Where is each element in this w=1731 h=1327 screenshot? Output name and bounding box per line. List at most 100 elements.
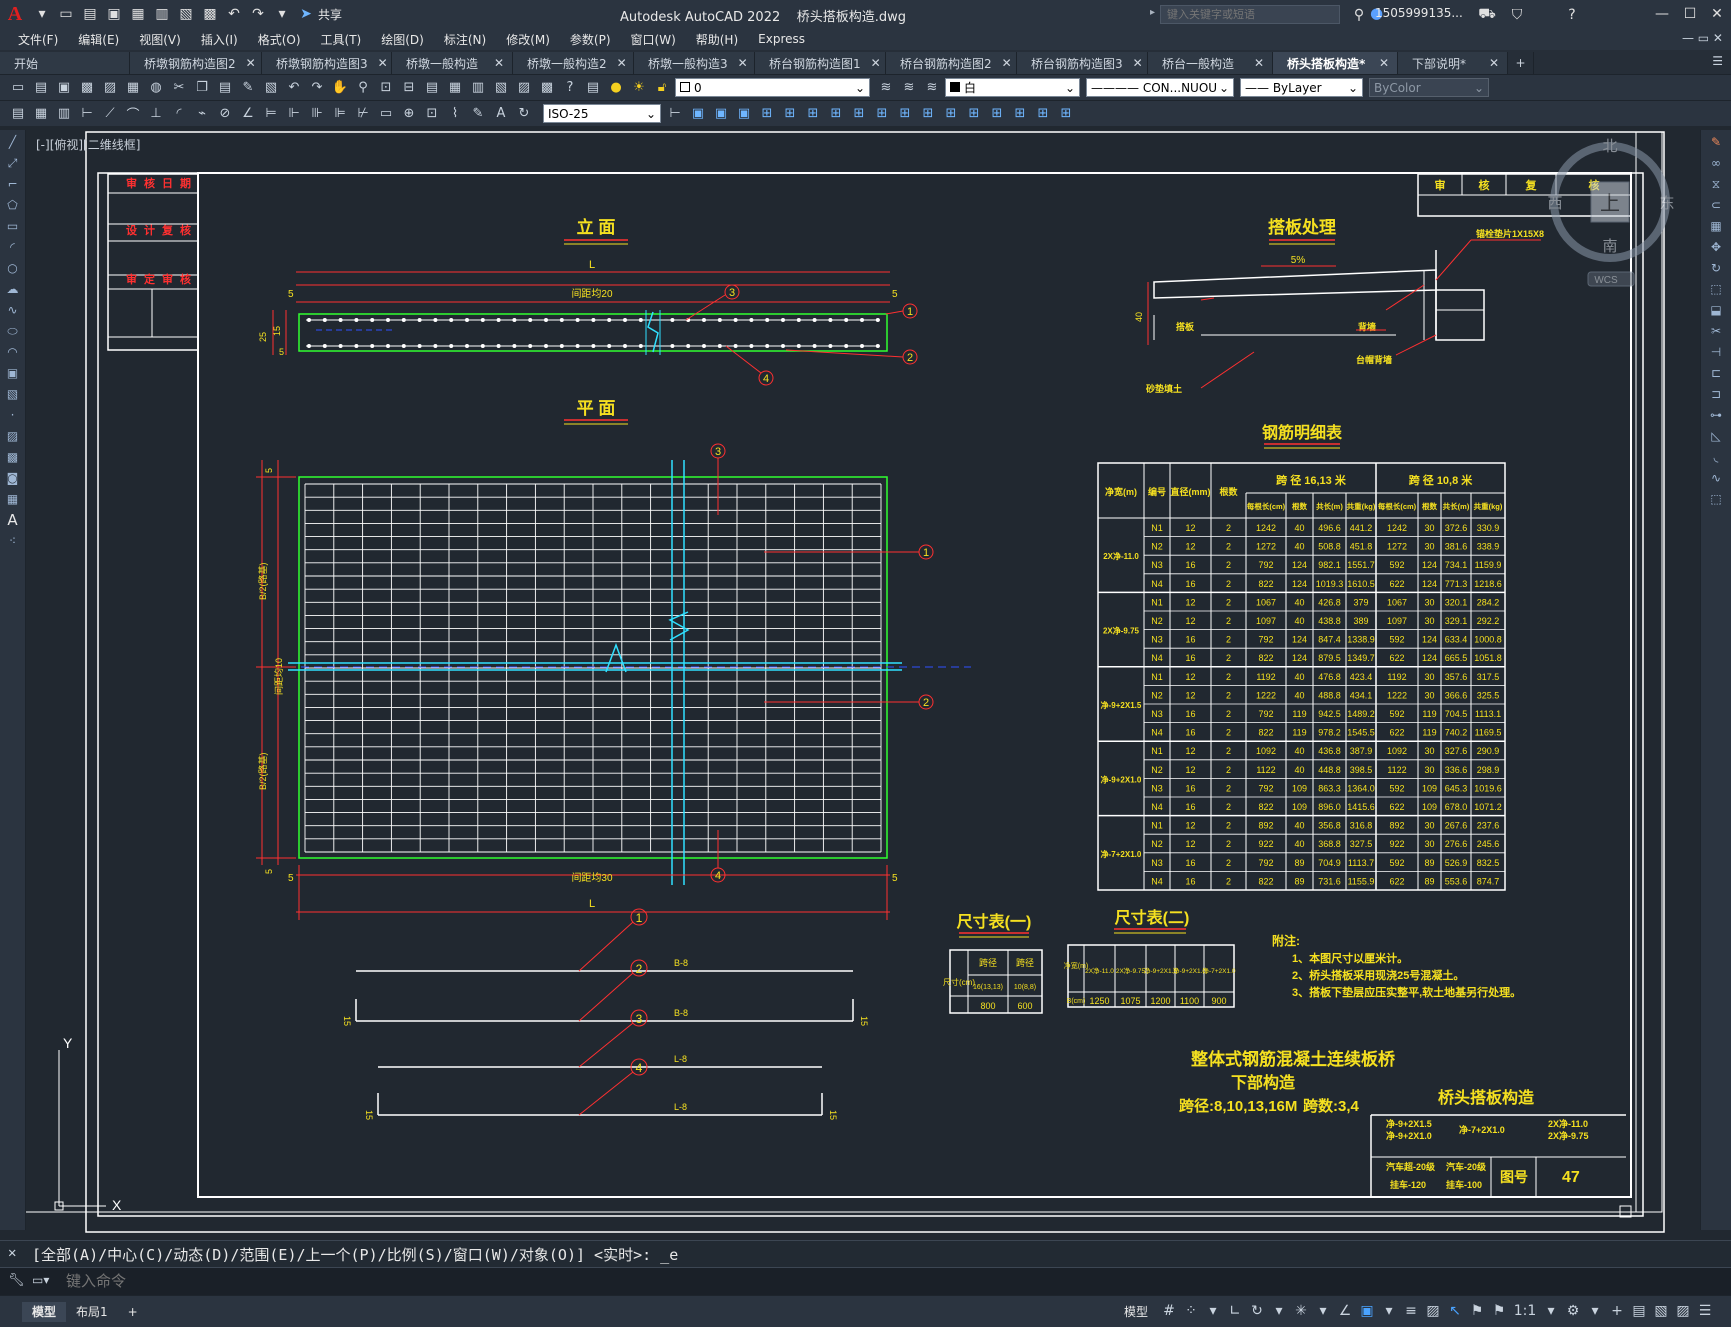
hatch-icon[interactable]: ▨ xyxy=(3,427,23,445)
extend-icon[interactable]: ⊞ xyxy=(895,104,915,124)
rotate-icon[interactable]: ↻ xyxy=(1706,259,1726,277)
menu-item[interactable]: 窗口(W) xyxy=(631,31,676,48)
move-icon[interactable]: ▣ xyxy=(711,104,731,124)
workspace-dropdown-icon[interactable]: ▾ xyxy=(1584,1300,1606,1322)
close-tab-icon[interactable]: ✕ xyxy=(246,56,256,70)
polar-dropdown-icon[interactable]: ▾ xyxy=(1268,1300,1290,1322)
aligned-dim-icon[interactable]: ⟋ xyxy=(100,104,120,124)
object-snap-tracking-icon[interactable]: ∠ xyxy=(1334,1300,1356,1322)
menu-item[interactable]: 帮助(H) xyxy=(696,31,738,48)
annotation-scale-dropdown-icon[interactable]: ▾ xyxy=(1540,1300,1562,1322)
close-tab-icon[interactable]: ✕ xyxy=(1489,56,1499,70)
customization-icon[interactable]: ☰ xyxy=(1694,1300,1716,1322)
qnew-icon[interactable]: ▭ xyxy=(8,78,28,98)
tab-list-icon[interactable]: ☰ xyxy=(1712,54,1723,68)
angular-dim-icon[interactable]: ∠ xyxy=(238,104,258,124)
move-icon[interactable]: ✥ xyxy=(1706,238,1726,256)
preview-icon[interactable]: ▨ xyxy=(100,78,120,98)
insert-block-icon[interactable]: ▣ xyxy=(3,364,23,382)
ellipse-arc-icon[interactable]: ◠ xyxy=(3,343,23,361)
annotation-monitor-icon[interactable]: + xyxy=(1606,1300,1628,1322)
viewcube[interactable]: 上 北 南 东 西 WCS xyxy=(1547,138,1675,287)
fillet-icon[interactable]: ◟ xyxy=(1706,448,1726,466)
properties-icon[interactable]: ▤ xyxy=(422,78,442,98)
scale-icon[interactable]: ⬚ xyxy=(1706,280,1726,298)
ordinate-dim-icon[interactable]: ⊥ xyxy=(146,104,166,124)
match-properties-icon[interactable]: ✎ xyxy=(238,78,258,98)
dim-edit-icon[interactable]: ✎ xyxy=(468,104,488,124)
object-snap-dropdown-icon[interactable]: ▾ xyxy=(1378,1300,1400,1322)
spline-icon[interactable]: ∿ xyxy=(3,301,23,319)
copy-icon[interactable]: ❐ xyxy=(192,78,212,98)
close-tab-icon[interactable]: ✕ xyxy=(1002,56,1012,70)
draw-order-icon[interactable]: ▤ xyxy=(8,104,28,124)
close-tab-icon[interactable]: ✕ xyxy=(1379,56,1389,70)
add-layout-icon[interactable]: + xyxy=(118,1302,148,1322)
jogged-linear-icon[interactable]: ⌇ xyxy=(445,104,465,124)
annotation-visibility-icon[interactable]: ⚑ xyxy=(1466,1300,1488,1322)
continue-dim-icon[interactable]: ⊪ xyxy=(307,104,327,124)
command-input[interactable] xyxy=(66,1270,1666,1293)
maximize-window-icon[interactable]: ☐ xyxy=(1676,2,1704,26)
new-tab-icon[interactable]: + xyxy=(1508,52,1534,74)
erase-icon[interactable]: ⊞ xyxy=(1033,104,1053,124)
layer-previous-icon[interactable]: ≋ xyxy=(899,78,919,98)
attribute-icon[interactable]: ▥ xyxy=(54,104,74,124)
ortho-icon[interactable]: ∟ xyxy=(1224,1300,1246,1322)
join-icon[interactable]: ⊞ xyxy=(941,104,961,124)
close-window-icon[interactable]: ✕ xyxy=(1703,2,1731,26)
circle-icon[interactable]: ○ xyxy=(3,259,23,277)
erase-icon[interactable]: ✎ xyxy=(1706,133,1726,151)
extend-icon[interactable]: ⊣ xyxy=(1706,343,1726,361)
array-icon[interactable]: ▦ xyxy=(1706,217,1726,235)
linetype-dropdown[interactable]: ———— CON...NUOU ⌄ xyxy=(1086,78,1234,97)
revision-cloud-icon[interactable]: ☁ xyxy=(3,280,23,298)
join-icon[interactable]: ⊶ xyxy=(1706,406,1726,424)
minimize-window-icon[interactable]: — xyxy=(1648,2,1676,26)
close-tab-icon[interactable]: ✕ xyxy=(494,56,504,70)
transparency-icon[interactable]: ▨ xyxy=(1422,1300,1444,1322)
help-icon[interactable]: ? xyxy=(560,78,580,98)
viewport-controls[interactable]: [-][俯视][二维线框] xyxy=(36,136,140,153)
tolerance-icon[interactable]: ▭ xyxy=(376,104,396,124)
linear-dim-icon[interactable]: ⊢ xyxy=(77,104,97,124)
table-icon[interactable]: ▦ xyxy=(3,490,23,508)
zoom-window-icon[interactable]: ⊡ xyxy=(376,78,396,98)
close-tab-icon[interactable]: ✕ xyxy=(617,56,627,70)
user-account[interactable]: 1505999135... xyxy=(1375,6,1463,20)
offset-icon[interactable]: ⊞ xyxy=(780,104,800,124)
design-center-icon[interactable]: ▦ xyxy=(445,78,465,98)
isodraft-dropdown-icon[interactable]: ▾ xyxy=(1312,1300,1334,1322)
arc-icon[interactable]: ◜ xyxy=(3,238,23,256)
quick-properties-icon[interactable]: ▧ xyxy=(1650,1300,1672,1322)
layout1-tab[interactable]: 布局1 xyxy=(66,1302,118,1322)
block-icon[interactable]: ▦ xyxy=(31,104,51,124)
plot-icon[interactable]: ▩ xyxy=(77,78,97,98)
recent-commands-icon[interactable]: ▭▾ xyxy=(32,1273,49,1287)
file-tab[interactable]: 桥头搭板构造* ✕ xyxy=(1273,52,1398,74)
new-file-icon[interactable]: ▭ xyxy=(56,4,76,24)
lineweight-icon[interactable]: ≡ xyxy=(1400,1300,1422,1322)
zoom-previous-icon[interactable]: ⊟ xyxy=(399,78,419,98)
chamfer-icon[interactable]: ⊞ xyxy=(964,104,984,124)
point-icon[interactable]: · xyxy=(3,406,23,424)
radius-dim-icon[interactable]: ◜ xyxy=(169,104,189,124)
calculator-icon[interactable]: ▩ xyxy=(537,78,557,98)
explode-icon[interactable]: ⬚ xyxy=(1706,490,1726,508)
file-tab[interactable]: 桥墩一般构造2 ✕ xyxy=(513,52,634,74)
close-tab-icon[interactable]: ✕ xyxy=(871,56,881,70)
menu-item[interactable]: 编辑(E) xyxy=(78,31,119,48)
arc-length-icon[interactable]: ⌒ xyxy=(123,104,143,124)
object-snap-icon[interactable]: ▣ xyxy=(1356,1300,1378,1322)
mirror-icon[interactable]: ⧖ xyxy=(1706,175,1726,193)
lineweight-dropdown[interactable]: —— ByLayer ⌄ xyxy=(1240,78,1363,97)
copy-object-icon[interactable]: ▣ xyxy=(688,104,708,124)
publish-icon[interactable]: ▦ xyxy=(123,78,143,98)
close-tab-icon[interactable]: ✕ xyxy=(1133,56,1143,70)
file-tab[interactable]: 下部说明* ✕ xyxy=(1398,52,1508,74)
polar-icon[interactable]: ↻ xyxy=(1246,1300,1268,1322)
close-tab-icon[interactable]: ✕ xyxy=(738,56,748,70)
tool-palettes-icon[interactable]: ▥ xyxy=(468,78,488,98)
markup-icon[interactable]: ▨ xyxy=(514,78,534,98)
stretch-icon[interactable]: ⬓ xyxy=(1706,301,1726,319)
